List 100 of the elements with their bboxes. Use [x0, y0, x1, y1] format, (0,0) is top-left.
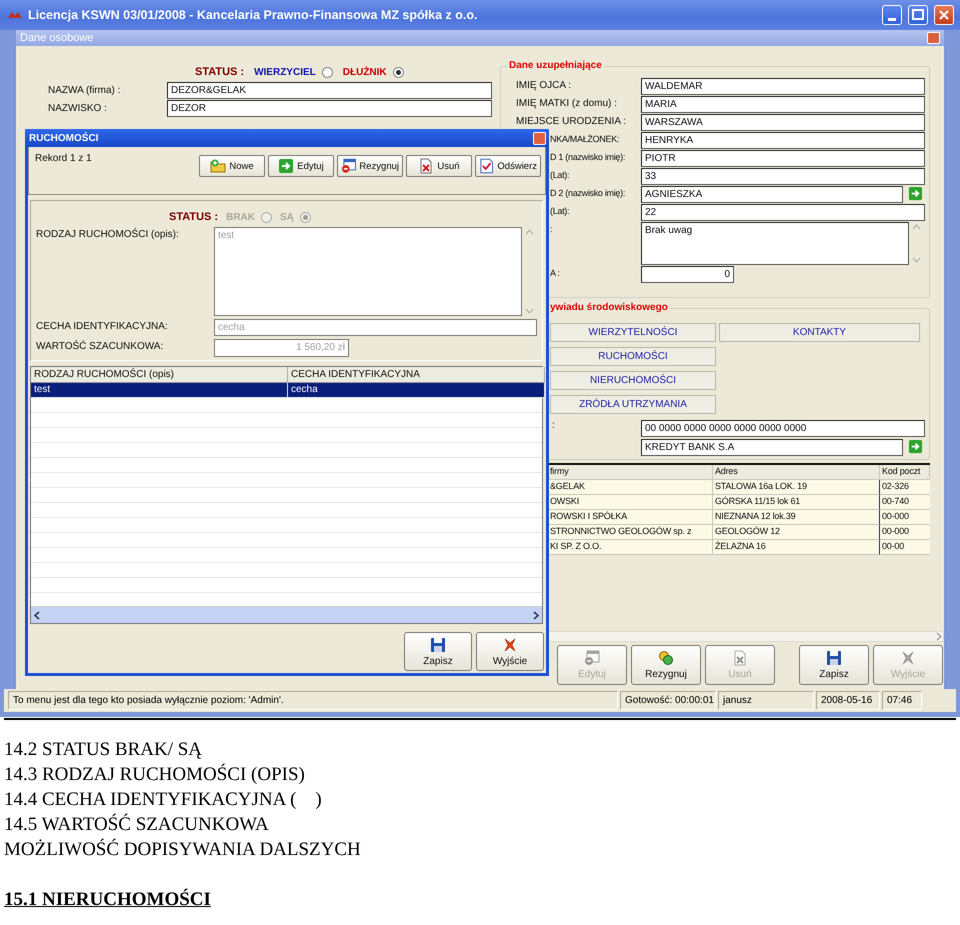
status-label: STATUS : [195, 66, 244, 78]
section-button[interactable]: WIERZYTELNOŚCI [550, 323, 716, 342]
dialog-button[interactable]: Zapisz [404, 632, 472, 671]
status-label: STATUS : [169, 211, 218, 223]
field-label: WARTOŚĆ SZACUNKOWA: [35, 339, 164, 354]
delete-icon [418, 158, 434, 174]
dialog-button[interactable]: Wyjście [476, 632, 544, 671]
field-label: : [552, 420, 556, 431]
horizontal-scrollbar[interactable] [31, 606, 542, 623]
field-label: NKA/MAŁŻONEK: [550, 133, 620, 144]
text-field[interactable]: PIOTR [641, 150, 925, 167]
arrow-button[interactable] [908, 186, 923, 201]
maximize-icon [911, 8, 925, 22]
field-label: (Lat): [550, 205, 570, 216]
section-button[interactable]: NIERUCHOMOŚCI [550, 371, 716, 390]
child-window-title: Dane osobowe [20, 32, 94, 44]
horizontal-scrollbar[interactable] [548, 631, 944, 642]
status-text: 07:46 [882, 691, 922, 710]
close-icon [937, 8, 951, 22]
radio-option[interactable]: DŁUŻNIK [342, 66, 404, 78]
document-text: 14.3 RODZAJ RUCHOMOŚCI (OPIS) [4, 764, 305, 785]
field-label: : [550, 223, 554, 234]
maximize-button[interactable] [908, 5, 928, 25]
status-text: Gotowość: 00:00:01 [620, 691, 716, 710]
table-cell: 00-740 [880, 495, 930, 510]
status-text: To menu jest dla tego kto posiada wyłącznie poziom: 'Admin'. [8, 691, 618, 710]
document-text: 14.2 STATUS BRAK/ SĄ [4, 739, 202, 760]
column-header[interactable]: CECHA IDENTYFIKACYJNA [288, 367, 545, 383]
text-field[interactable]: WARSZAWA [641, 114, 925, 131]
app-icon [8, 10, 22, 20]
field-label: (Lat): [550, 169, 570, 180]
field-label: D 2 (nazwisko imię): [550, 187, 626, 198]
toolbar-button[interactable]: Zapisz [799, 644, 869, 684]
text-field[interactable]: 22 [641, 204, 925, 221]
bank-field[interactable]: KREDYT BANK S.A [641, 439, 903, 456]
column-header[interactable]: Kod poczt [880, 465, 930, 480]
save-icon [430, 636, 446, 652]
field-label: MIEJSCE URODZENIA : [516, 115, 628, 127]
save-icon [826, 650, 842, 666]
status-text: janusz [718, 691, 814, 710]
table-cell: 00-000 [880, 510, 930, 525]
minimize-button[interactable] [882, 5, 902, 25]
toolbar-button[interactable]: Nowe [199, 155, 265, 177]
toolbar-button[interactable]: Rezygnuj [337, 155, 403, 177]
text-field[interactable]: DEZOR&GELAK [167, 82, 492, 98]
cross-icon [502, 636, 518, 652]
text-field[interactable]: DEZOR [167, 100, 492, 116]
field-label: RODZAJ RUCHOMOŚCI (opis): [35, 227, 180, 242]
section-button[interactable]: ZRÓDŁA UTRZYMANIA [550, 395, 716, 414]
window-icon [584, 650, 600, 666]
section-heading: 15.1 NIERUCHOMOŚCI [4, 888, 211, 912]
table-cell: 00-000 [880, 525, 930, 540]
toolbar-button[interactable]: Usuń [406, 155, 472, 177]
text-field[interactable]: AGNIESZKA [641, 186, 903, 203]
minimize-icon [888, 18, 896, 20]
close-button[interactable] [927, 32, 940, 44]
window-title: Licencja KSWN 03/01/2008 - Kancelaria Prawno-Finansowa MZ spółka z o.o. [28, 8, 478, 22]
table-cell: STALOWA 16a LOK. 19 [713, 480, 880, 495]
section-button[interactable]: KONTAKTY [719, 323, 920, 342]
close-button[interactable] [533, 132, 546, 144]
account-number-field[interactable]: 00 0000 0000 0000 0000 0000 0000 [641, 420, 925, 437]
table-cell: 02-326 [880, 480, 930, 495]
field-label: CECHA IDENTYFIKACYJNA: [35, 320, 169, 334]
field-label: A : [550, 267, 561, 278]
table-cell: ŻELAZNA 16 [713, 540, 880, 555]
close-button[interactable] [934, 5, 954, 25]
record-counter: Rekord 1 z 1 [35, 153, 92, 166]
field-label: IMIĘ MATKI (z domu) : [516, 97, 618, 109]
delete-icon [732, 650, 748, 666]
section-button[interactable]: RUCHOMOŚCI [550, 347, 716, 366]
folder-icon [210, 158, 226, 174]
text-field[interactable]: HENRYKA [641, 132, 925, 149]
text-field[interactable]: MARIA [641, 96, 925, 113]
dialog-title: RUCHOMOŚCI [29, 132, 98, 144]
toolbar-button[interactable]: Edytuj [268, 155, 334, 177]
checklist-icon [479, 158, 494, 174]
notes-field[interactable]: Brak uwag [641, 222, 909, 265]
table-cell: GEOLOGÓW 12 [713, 525, 880, 540]
column-header[interactable]: Adres [713, 465, 880, 480]
window-icon [341, 158, 356, 174]
cross-icon [900, 650, 916, 666]
document-text: MOŻLIWOŚĆ DOPISYWANIA DALSZYCH [4, 839, 361, 860]
coins-icon [658, 650, 674, 666]
field-label: D 1 (nazwisko imię): [550, 151, 626, 162]
document-text: 14.5 WARTOŚĆ SZACUNKOWA [4, 814, 269, 835]
radio-option[interactable]: WIERZYCIEL [254, 66, 333, 78]
table-cell: 00-00 [880, 540, 930, 555]
text-field[interactable]: WALDEMAR [641, 78, 925, 95]
table-cell: NIEZNANA 12 lok.39 [713, 510, 880, 525]
column-header[interactable]: RODZAJ RUCHOMOŚCI (opis) [31, 367, 288, 383]
field-label: IMIĘ OJCA : [516, 79, 572, 91]
toolbar-button[interactable]: Rezygnuj [631, 644, 701, 684]
field-label: NAZWA (firma) : [48, 84, 122, 96]
text-field[interactable]: 33 [641, 168, 925, 185]
number-field[interactable]: 0 [641, 266, 734, 283]
panel-title: Dane uzupełniające [507, 60, 604, 71]
arrow-button[interactable] [908, 439, 923, 454]
toolbar-button[interactable]: Odświerz [475, 155, 541, 177]
table-cell: GÓRSKA 11/15 lok 61 [713, 495, 880, 510]
column-header[interactable]: firmy [548, 465, 713, 480]
